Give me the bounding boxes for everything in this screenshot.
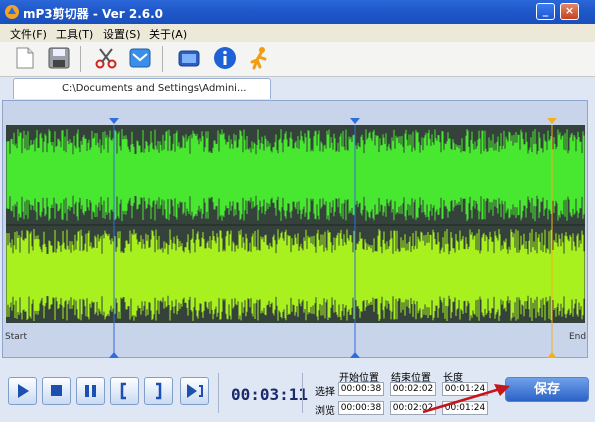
file-tab-strip: C:\Documents and Settings\Admini... [0,77,595,100]
playhead-marker-bottom [547,352,557,358]
control-separator [302,373,303,413]
toolbar-separator [162,46,163,72]
pause-icon [85,385,96,397]
selection-start-field[interactable]: 00:00:38 [338,382,384,396]
new-file-icon[interactable] [13,46,37,70]
control-separator [218,373,219,413]
cut-icon[interactable] [94,46,118,70]
annotation-arrow [422,384,510,414]
info-icon[interactable] [213,46,237,70]
play-button[interactable] [8,377,37,405]
waveform-panel[interactable]: Start End [2,100,588,358]
waveform[interactable] [3,101,589,359]
end-label: End [569,332,587,342]
save-icon[interactable] [47,46,71,70]
play-selection-button[interactable] [180,377,209,405]
runner-icon[interactable] [248,46,272,70]
selection-row-label: 选择 [315,387,335,398]
window-title: mP3剪切器 - Ver 2.6.0 [23,7,164,21]
browse-start-field[interactable]: 00:00:38 [338,401,384,415]
close-button[interactable]: × [560,3,579,20]
pause-button[interactable] [76,377,105,405]
play-icon [18,384,29,398]
title-bar: mP3剪切器 - Ver 2.6.0 _ × [0,0,595,24]
menu-bar: 文件(F) 工具(T) 设置(S) 关于(A) [0,24,595,42]
start-marker-top [109,118,119,124]
current-time: 00:03:11 [231,385,309,404]
set-end-button[interactable] [144,377,173,405]
set-start-icon [120,382,126,400]
set-end-icon [156,382,162,400]
menu-settings[interactable]: 设置(S) [103,26,141,42]
browse-row-label: 浏览 [315,406,335,417]
minimize-button[interactable]: _ [536,3,555,20]
toolbar [0,42,595,77]
toolbar-separator [80,46,81,72]
menu-file[interactable]: 文件(F) [10,26,47,42]
screen-icon[interactable] [177,46,201,70]
playhead-marker-top [547,118,557,124]
mail-icon[interactable] [128,46,152,70]
start-label: Start [5,332,27,342]
end-marker-bottom [350,352,360,358]
stop-icon [51,385,62,396]
app-icon [5,5,19,19]
end-marker-top [350,118,360,124]
file-tab[interactable]: C:\Documents and Settings\Admini... [13,78,271,99]
channel-top-wave [6,129,585,221]
play-selection-icon [187,384,203,398]
menu-tools[interactable]: 工具(T) [56,26,93,42]
start-marker-bottom [109,352,119,358]
stop-button[interactable] [42,377,71,405]
set-start-button[interactable] [110,377,139,405]
menu-about[interactable]: 关于(A) [149,26,187,42]
